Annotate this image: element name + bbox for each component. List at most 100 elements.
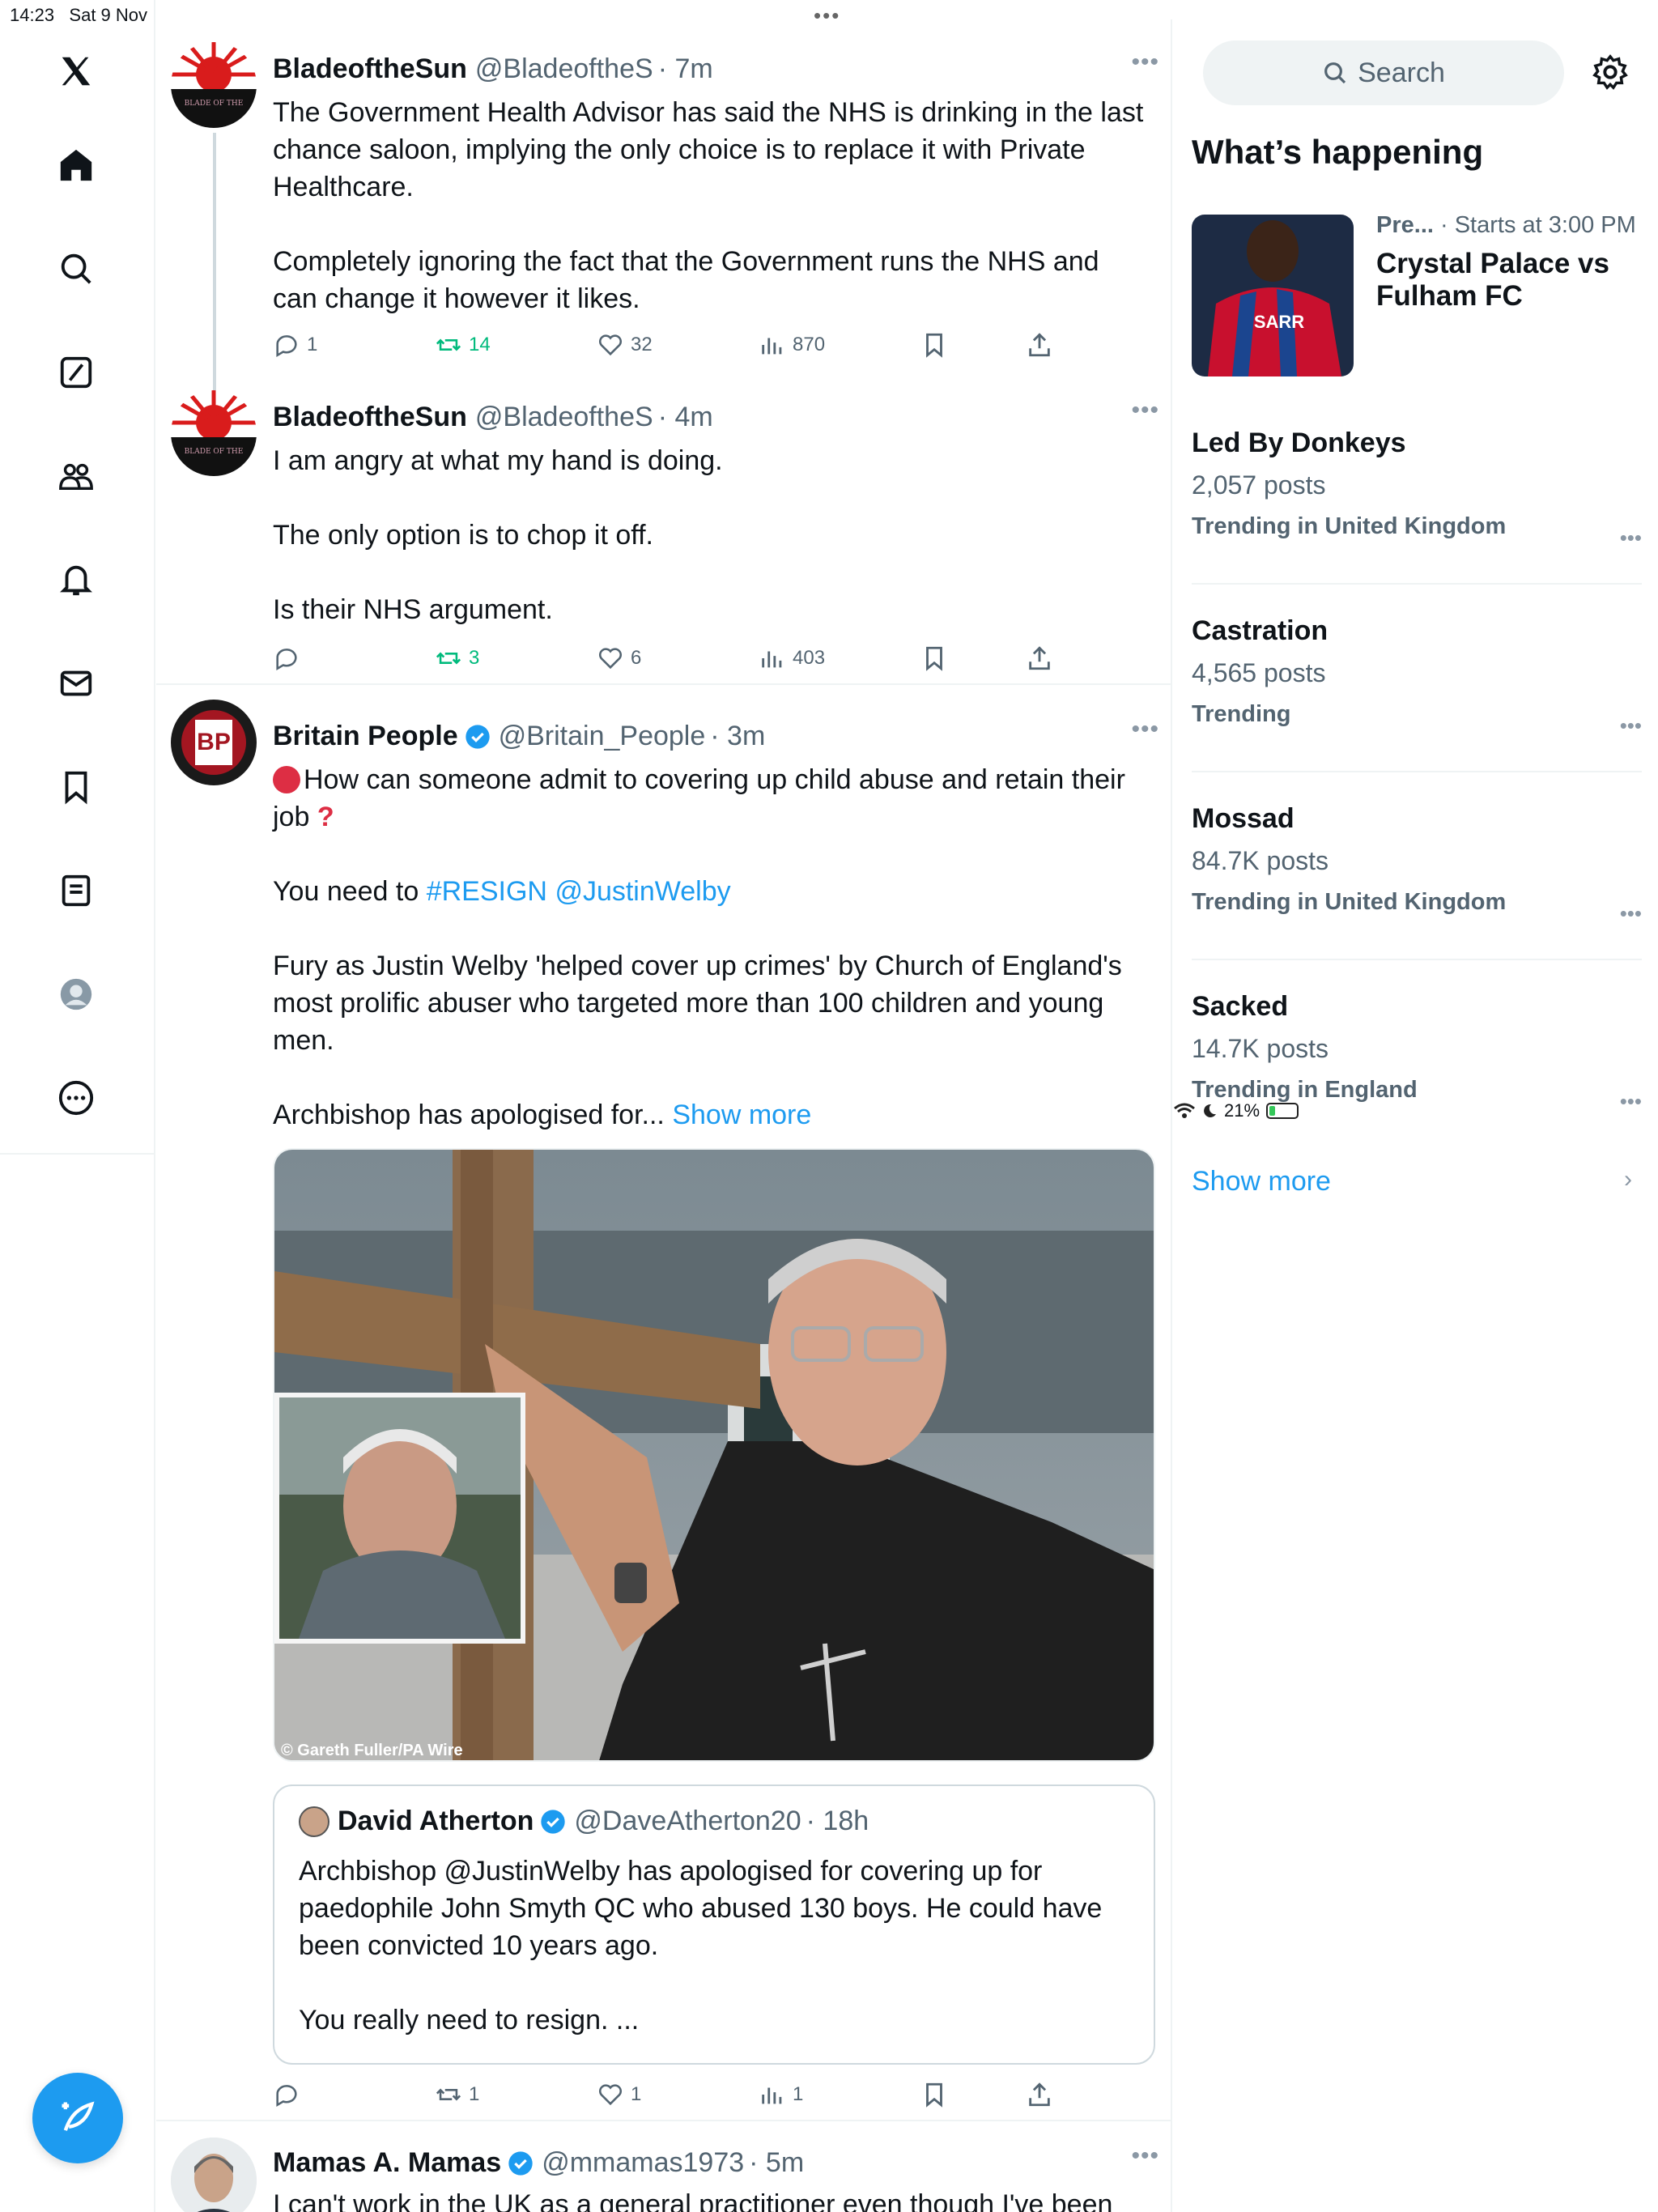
event-title[interactable]: Crystal Palace vs Fulham FC — [1376, 248, 1643, 313]
bookmark-button[interactable] — [920, 644, 948, 672]
author-handle[interactable]: @Britain_People — [499, 721, 706, 752]
like-button[interactable]: 32 — [597, 331, 653, 359]
views-button[interactable]: 1 — [759, 2081, 803, 2108]
share-button[interactable] — [1026, 2081, 1053, 2108]
quote-avatar[interactable] — [299, 1806, 329, 1837]
profile-avatar-icon[interactable] — [53, 972, 99, 1017]
bookmarks-icon[interactable] — [53, 764, 99, 810]
event-time: · Starts at 3:00 PM — [1440, 212, 1636, 238]
post-paragraph: Completely ignoring the fact that the Go… — [273, 246, 1099, 314]
heart-icon — [598, 334, 623, 356]
explore-icon[interactable] — [53, 246, 99, 291]
author-handle[interactable]: @BladeoftheS — [475, 402, 653, 433]
author-name[interactable]: BladeoftheSun — [273, 53, 467, 85]
views-button[interactable]: 870 — [759, 331, 825, 359]
post-text: I am angry at what my hand is doing. The… — [273, 442, 1147, 628]
repost-button[interactable]: 1 — [435, 2081, 479, 2108]
views-button[interactable]: 403 — [759, 644, 825, 672]
post-time[interactable]: · 4m — [658, 402, 713, 433]
author-name[interactable]: Mamas A. Mamas — [273, 2147, 501, 2179]
post[interactable]: BLADE OF THE BladeoftheSun @BladeoftheS … — [156, 384, 1172, 683]
avatar[interactable]: BP — [171, 700, 257, 785]
compose-feather-icon — [62, 2101, 95, 2131]
verified-badge-icon — [465, 724, 490, 749]
author-name[interactable]: BladeoftheSun — [273, 402, 467, 433]
shirt-text: SARR — [1254, 312, 1304, 332]
reply-count: 1 — [307, 334, 318, 355]
more-options-icon[interactable]: ••• — [1131, 716, 1159, 743]
event-image[interactable]: SARR — [1192, 215, 1354, 376]
compose-post-button[interactable] — [32, 2073, 123, 2163]
reply-button[interactable] — [273, 644, 307, 672]
timeline: BLADE OF THE BladeoftheSun @BladeoftheS … — [156, 19, 1172, 2212]
quote-author-handle[interactable]: @DaveAtherton20 — [574, 1806, 801, 1837]
trend-more-icon[interactable]: ••• — [1620, 1089, 1642, 1114]
repost-button[interactable]: 3 — [435, 644, 479, 672]
more-circle-icon[interactable] — [53, 1075, 99, 1121]
post-time[interactable]: · 7m — [658, 53, 713, 85]
avatar[interactable] — [171, 2138, 257, 2212]
quote-paragraph: Archbishop @JustinWelby has apologised f… — [299, 1856, 1103, 1961]
trend-item[interactable]: Sacked 14.7K posts Trending in England •… — [1192, 991, 1642, 1121]
quote-header: David Atherton @DaveAtherton20 · 18h — [299, 1806, 869, 1837]
post[interactable]: BP Britain People @Britain_People · 3m •… — [156, 685, 1172, 2120]
post-actions: 3 6 403 — [273, 644, 1082, 680]
heart-icon — [598, 648, 623, 670]
repost-button[interactable]: 14 — [435, 331, 491, 359]
home-icon[interactable] — [53, 143, 99, 188]
trend-context: Trending in United Kingdom — [1192, 513, 1507, 539]
hashtag-link[interactable]: #RESIGN — [427, 876, 547, 907]
quoted-post[interactable]: David Atherton @DaveAtherton20 · 18h Arc… — [273, 1784, 1155, 2065]
like-button[interactable]: 1 — [597, 2081, 641, 2108]
post-time[interactable]: · 3m — [710, 721, 765, 752]
notifications-bell-icon[interactable] — [53, 557, 99, 602]
avatar[interactable]: BLADE OF THE — [171, 390, 257, 476]
view-count: 403 — [793, 647, 826, 669]
views-chart-icon — [762, 338, 782, 355]
settings-gear-icon[interactable] — [1592, 53, 1629, 91]
quote-author-name[interactable]: David Atherton — [338, 1806, 534, 1837]
author-handle[interactable]: @BladeoftheS — [475, 53, 653, 85]
more-options-icon[interactable]: ••• — [1131, 397, 1159, 424]
show-more-trends-link[interactable]: Show more — [1192, 1166, 1331, 1197]
reply-button[interactable]: 1 — [273, 331, 317, 359]
post[interactable]: BLADE OF THE BladeoftheSun @BladeoftheS … — [156, 36, 1172, 392]
trend-more-icon[interactable]: ••• — [1620, 901, 1642, 926]
trend-item[interactable]: Castration 4,565 posts Trending ••• — [1192, 615, 1642, 745]
bookmark-button[interactable] — [920, 331, 948, 359]
share-icon — [1029, 2082, 1050, 2107]
post-time[interactable]: · 5m — [749, 2147, 804, 2179]
bookmark-button[interactable] — [920, 2081, 948, 2108]
avatar[interactable]: BLADE OF THE — [171, 42, 257, 128]
author-handle[interactable]: @mmamas1973 — [542, 2147, 744, 2179]
lists-icon[interactable] — [53, 868, 99, 913]
post-paragraph: Is their NHS argument. — [273, 594, 553, 625]
search-input[interactable]: Search — [1203, 40, 1564, 105]
post[interactable]: Mamas A. Mamas @mmamas1973 · 5m ••• I ca… — [156, 2121, 1172, 2212]
trend-item[interactable]: Mossad 84.7K posts Trending in United Ki… — [1192, 803, 1642, 933]
share-button[interactable] — [1026, 644, 1053, 672]
communities-icon[interactable] — [53, 453, 99, 499]
chevron-right-icon: › — [1624, 1166, 1632, 1193]
like-button[interactable]: 6 — [597, 644, 641, 672]
post-paragraph — [273, 206, 1147, 243]
trend-count: 2,057 posts — [1192, 470, 1326, 500]
reply-button[interactable] — [273, 2081, 307, 2108]
share-button[interactable] — [1026, 331, 1053, 359]
trend-more-icon[interactable]: ••• — [1620, 713, 1642, 738]
trend-more-icon[interactable]: ••• — [1620, 525, 1642, 551]
like-count: 1 — [631, 2083, 642, 2105]
x-logo-icon[interactable] — [53, 49, 99, 94]
trend-item[interactable]: Led By Donkeys 2,057 posts Trending in U… — [1192, 428, 1642, 557]
messages-envelope-icon[interactable] — [53, 661, 99, 706]
grok-icon[interactable] — [53, 350, 99, 395]
trend-divider — [1192, 771, 1642, 772]
show-more-link[interactable]: Show more — [672, 1100, 811, 1130]
more-options-icon[interactable]: ••• — [1131, 2142, 1159, 2170]
trend-divider — [1192, 959, 1642, 960]
trend-name: Mossad — [1192, 803, 1295, 834]
post-image[interactable]: © Gareth Fuller/PA Wire — [273, 1148, 1155, 1762]
author-name[interactable]: Britain People — [273, 721, 458, 752]
mention-link[interactable]: @JustinWelby — [555, 876, 730, 907]
more-options-icon[interactable]: ••• — [1131, 49, 1159, 76]
